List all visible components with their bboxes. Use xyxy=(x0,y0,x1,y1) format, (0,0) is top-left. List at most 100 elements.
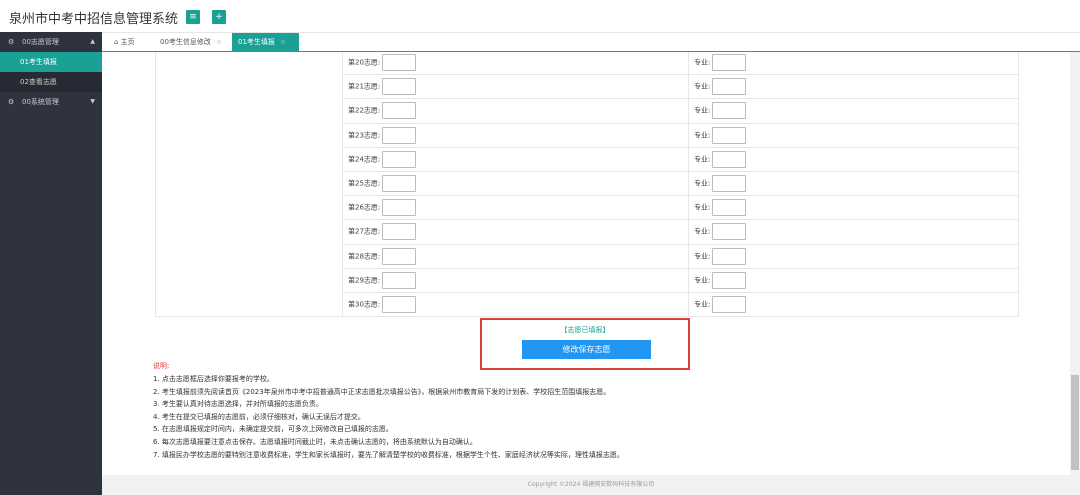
major-label: 专业: xyxy=(694,300,711,309)
volunteer-table: 第20志愿: 专业: 第21志愿: 专业: 第22志愿: 专业: 第23志愿: 专业: 第24志… xyxy=(155,52,1019,318)
volunteer-cell: 第20志愿: xyxy=(342,52,689,76)
volunteer-cell: 第26志愿: xyxy=(342,195,689,221)
volunteer-label: 第21志愿: xyxy=(348,82,381,91)
major-input[interactable] xyxy=(712,150,747,168)
sidebar-item-volunteer-management[interactable]: ⚙ 00志愿管理 ▲ xyxy=(0,32,102,52)
gear-icon: ⚙ xyxy=(8,98,15,106)
sidebar: ⚙ 00志愿管理 ▲ 01考生填报 02查看志愿 ⚙ 00系统管理 ▼ xyxy=(0,32,102,495)
menu-toggle-button[interactable]: ≡ xyxy=(186,10,200,24)
close-icon[interactable]: × xyxy=(216,38,222,46)
tab-student-info-edit[interactable]: 00考生信息修改 × xyxy=(154,33,228,52)
blank-cell xyxy=(155,52,343,318)
major-label: 专业: xyxy=(694,252,711,261)
status-text: 【志愿已填报】 xyxy=(560,326,610,334)
volunteer-input[interactable] xyxy=(382,271,417,289)
major-cell: 专业: xyxy=(688,195,1019,221)
sidebar-item-student-fill[interactable]: 01考生填报 xyxy=(0,52,102,72)
volunteer-cell: 第27志愿: xyxy=(342,219,689,245)
sidebar-item-view-volunteer[interactable]: 02查看志愿 xyxy=(0,72,102,92)
note-item: 3. 考生要认真对待志愿选择，并对所填报的志愿负责。 xyxy=(153,400,323,409)
volunteer-input[interactable] xyxy=(382,223,417,241)
major-input[interactable] xyxy=(712,223,747,241)
major-input[interactable] xyxy=(712,295,747,313)
major-label: 专业: xyxy=(694,179,711,188)
major-input[interactable] xyxy=(712,54,747,72)
major-cell: 专业: xyxy=(688,52,1019,76)
major-input[interactable] xyxy=(712,78,747,96)
volunteer-label: 第22志愿: xyxy=(348,106,381,115)
volunteer-label: 第27志愿: xyxy=(348,227,381,236)
chevron-up-icon: ▲ xyxy=(90,38,95,45)
table-row: 第20志愿: 专业: xyxy=(155,52,1019,318)
note-item: 7. 填报民办学校志愿的要特别注意收费标准，学生和家长填报时，要先了解清楚学校的… xyxy=(153,450,624,459)
volunteer-label: 第20志愿: xyxy=(348,58,381,67)
volunteer-input[interactable] xyxy=(382,126,417,144)
major-input[interactable] xyxy=(712,247,747,265)
major-cell: 专业: xyxy=(688,219,1019,245)
major-cell: 专业: xyxy=(688,170,1019,197)
major-input[interactable] xyxy=(712,175,747,193)
major-cell: 专业: xyxy=(688,267,1019,293)
volunteer-input[interactable] xyxy=(382,247,417,265)
tab-student-fill[interactable]: 01考生填报 × xyxy=(232,33,299,52)
notes-title: 说明: xyxy=(153,362,170,370)
volunteer-label: 第26志愿: xyxy=(348,203,381,212)
volunteer-input[interactable] xyxy=(382,78,417,96)
home-icon: ⌂ xyxy=(114,38,121,46)
major-cell: 专业: xyxy=(688,243,1019,269)
volunteer-cell: 第25志愿: xyxy=(342,170,689,197)
volunteer-label: 第23志愿: xyxy=(348,131,381,140)
main-content: 第20志愿: 专业: 第21志愿: 专业: 第22志愿: 专业: 第23志愿: 专业: 第24志… xyxy=(102,52,1070,475)
add-icon[interactable]: + xyxy=(212,10,226,24)
sidebar-item-system-management[interactable]: ⚙ 00系统管理 ▼ xyxy=(0,92,102,112)
volunteer-cell: 第23志愿: xyxy=(342,122,689,148)
note-item: 1. 点击志愿框后选择你要报考的学校。 xyxy=(153,375,274,383)
volunteer-input[interactable] xyxy=(382,102,417,120)
volunteer-input[interactable] xyxy=(382,150,417,168)
volunteer-input[interactable] xyxy=(382,295,417,313)
major-label: 专业: xyxy=(694,131,711,140)
footer: Copyright ©2024 福建网安数码科技有限公司 xyxy=(102,475,1080,495)
volunteer-label: 第29志愿: xyxy=(348,276,381,285)
close-icon[interactable]: × xyxy=(280,38,286,46)
scrollbar-thumb[interactable] xyxy=(1071,375,1079,470)
major-cell: 专业: xyxy=(688,98,1019,124)
major-input[interactable] xyxy=(712,199,747,217)
major-input[interactable] xyxy=(712,102,747,120)
volunteer-label: 第25志愿: xyxy=(348,179,381,188)
major-label: 专业: xyxy=(694,203,711,212)
major-input[interactable] xyxy=(712,271,747,289)
major-label: 专业: xyxy=(694,227,711,236)
notes: 说明: 1. 点击志愿框后选择你要报考的学校。 2. 考生填报前须先阅读首页《20… xyxy=(153,361,624,461)
major-cell: 专业: xyxy=(688,74,1019,100)
volunteer-input[interactable] xyxy=(382,54,417,72)
major-input[interactable] xyxy=(712,126,747,144)
tab-bar: ⌂ 主页 00考生信息修改 × 01考生填报 × xyxy=(102,32,1080,52)
volunteer-input[interactable] xyxy=(382,199,417,217)
tab-home[interactable]: ⌂ 主页 xyxy=(108,33,141,52)
scrollbar[interactable] xyxy=(1070,52,1080,475)
major-label: 专业: xyxy=(694,155,711,164)
volunteer-cell: 第22志愿: xyxy=(342,98,689,124)
note-item: 6. 每次志愿填报要注意点击保存。志愿填报时间截止时，未点击确认志愿的，将由系统… xyxy=(153,437,477,446)
major-cell: 专业: xyxy=(688,122,1019,148)
major-label: 专业: xyxy=(694,82,711,91)
major-cell: 专业: xyxy=(688,291,1019,318)
major-label: 专业: xyxy=(694,276,711,285)
major-cell: 专业: xyxy=(688,146,1019,172)
volunteer-cell: 第30志愿: xyxy=(342,291,689,318)
save-volunteer-button[interactable]: 修改保存志愿 xyxy=(522,340,651,359)
major-label: 专业: xyxy=(694,106,711,115)
volunteer-label: 第28志愿: xyxy=(348,252,381,261)
header: 泉州市中考中招信息管理系统 ≡ + xyxy=(0,0,1080,32)
volunteer-input[interactable] xyxy=(382,175,417,193)
note-item: 5. 在志愿填报规定时间内，未确定提交前，可多次上网修改自己填报的志愿。 xyxy=(153,425,393,434)
volunteer-cell: 第24志愿: xyxy=(342,146,689,172)
app-title: 泉州市中考中招信息管理系统 xyxy=(9,12,179,27)
note-item: 4. 考生在提交已填报的志愿前，必须仔细核对，确认无误后才提交。 xyxy=(153,412,365,421)
volunteer-cell: 第29志愿: xyxy=(342,267,689,293)
major-label: 专业: xyxy=(694,58,711,67)
volunteer-cell: 第28志愿: xyxy=(342,243,689,269)
note-item: 2. 考生填报前须先阅读首页《2023年泉州市中考中招普通高中正求志愿批次填报公… xyxy=(153,387,611,396)
volunteer-label: 第30志愿: xyxy=(348,300,381,309)
